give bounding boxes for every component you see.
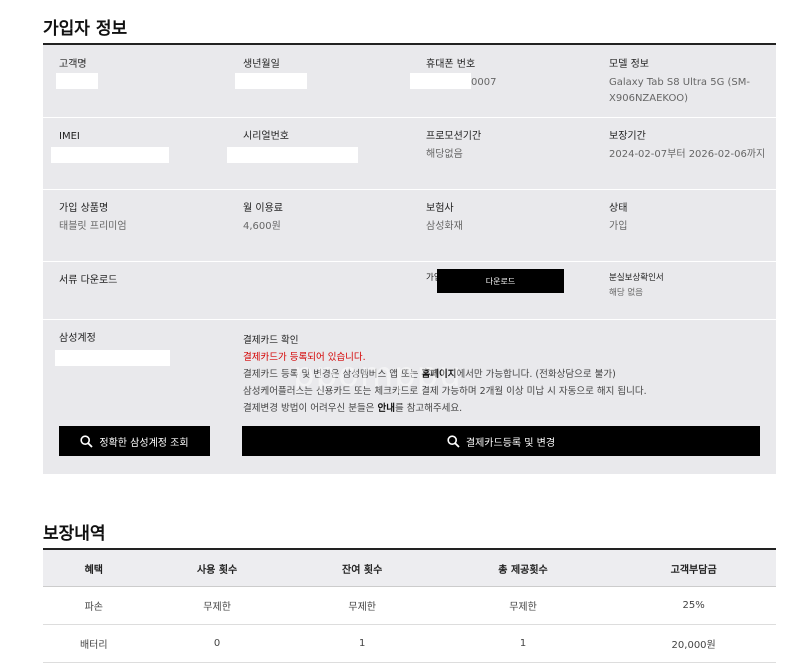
table-row: 배터리 0 1 1 20,000원: [43, 624, 776, 663]
promo-label: 프로모션기간: [426, 131, 482, 142]
coverage-header: 총 제공횟수: [434, 549, 612, 587]
promo-value: 해당없음: [426, 149, 463, 160]
promo-cell: 프로모션기간 해당없음: [426, 117, 481, 163]
table-cell: 파손: [43, 586, 145, 625]
serial-cell: 시리얼번호: [243, 117, 289, 144]
table-cell: 20,000원: [611, 624, 776, 663]
account-lookup-label: 정확한 삼성계정 조회: [99, 437, 189, 449]
redacted-birthdate: [235, 73, 307, 89]
status-label: 상태: [609, 203, 628, 214]
model-value: Galaxy Tab S8 Ultra 5G (SM-X906NZAEKOO): [609, 77, 751, 104]
documents-cell: 서류 다운로드: [59, 261, 117, 288]
redacted-customer-name: [56, 73, 98, 89]
table-cell: 25%: [611, 586, 776, 625]
imei-label: IMEI: [59, 131, 80, 142]
info-row: IMEI 시리얼번호 프로모션기간 해당없음 보장기간 2024-02-07부터…: [43, 117, 776, 190]
model-label: 모델 정보: [609, 59, 649, 70]
serial-label: 시리얼번호: [243, 131, 289, 142]
search-icon: [80, 434, 94, 448]
insurer-cell: 보험사 삼성화재: [426, 189, 463, 235]
table-cell: 1: [289, 624, 435, 663]
warranty-value: 2024-02-07부터 2026-02-06까지: [609, 149, 766, 160]
warranty-label: 보장기간: [609, 131, 646, 142]
monthly-fee-cell: 월 이용료 4,600원: [243, 189, 283, 235]
phone-label: 휴대폰 번호: [426, 59, 476, 70]
loss-cert-cell: 분실보상확인서 해당 없음: [609, 261, 769, 298]
redacted-serial: [227, 147, 358, 163]
status-cell: 상태 가입: [609, 189, 769, 235]
subscriber-info-title: 가입자 정보: [43, 19, 128, 39]
card-notice-line3-a: 결제변경 방법이 어려우신 분들은: [243, 403, 378, 414]
loss-cert-label: 분실보상확인서: [609, 273, 664, 283]
insurer-label: 보험사: [426, 203, 454, 214]
samsung-account-cell: 삼성계정: [59, 319, 96, 346]
samsung-account-label: 삼성계정: [59, 333, 96, 344]
customer-name-label: 고객명: [59, 59, 87, 70]
coverage-title: 보장내역: [43, 524, 106, 544]
monthly-fee-label: 월 이용료: [243, 203, 283, 214]
documents-label: 서류 다운로드: [59, 275, 118, 286]
customer-name-cell: 고객명: [59, 45, 87, 72]
redacted-phone: [410, 73, 471, 89]
imei-cell: IMEI: [59, 117, 80, 144]
join-cert-download-button[interactable]: 다운로드: [437, 269, 564, 293]
card-register-label: 결제카드등록 및 변경: [465, 437, 556, 449]
birthdate-label: 생년월일: [243, 59, 280, 70]
info-row: 가입 상품명 태블릿 프리미엄 월 이용료 4,600원 보험사 삼성화재 상태…: [43, 189, 776, 262]
watermark: ppomppu: [293, 355, 462, 395]
coverage-header: 사용 횟수: [144, 549, 290, 587]
coverage-header-row: 혜택 사용 횟수 잔여 횟수 총 제공횟수 고객부담금: [43, 549, 776, 587]
insurer-value: 삼성화재: [426, 221, 463, 232]
card-notice-line3-b: 를 참고해주세요.: [394, 403, 463, 414]
table-cell: 배터리: [43, 624, 145, 663]
card-notice-line3: 결제변경 방법이 어려우신 분들은 안내를 참고해주세요.: [243, 400, 647, 417]
status-value: 가입: [609, 221, 628, 232]
table-cell: 무제한: [144, 586, 290, 625]
monthly-fee-value: 4,600원: [243, 221, 281, 232]
product-label: 가입 상품명: [59, 203, 109, 214]
account-lookup-button[interactable]: 정확한 삼성계정 조회: [59, 426, 210, 456]
table-row: 파손 무제한 무제한 무제한 25%: [43, 586, 776, 625]
loss-cert-value: 해당 없음: [609, 288, 643, 298]
warranty-cell: 보장기간 2024-02-07부터 2026-02-06까지: [609, 117, 769, 163]
coverage-table: 혜택 사용 횟수 잔여 횟수 총 제공횟수 고객부담금 파손 무제한 무제한 무…: [43, 548, 776, 663]
card-notice-title: 결제카드 확인: [243, 335, 299, 346]
table-cell: 1: [434, 624, 612, 663]
table-cell: 무제한: [434, 586, 612, 625]
card-notice-line1-b: 에서만 가능합니다. (전화상담으로 불가): [456, 369, 616, 380]
coverage-header: 잔여 횟수: [289, 549, 435, 587]
subscriber-info-panel: 고객명 생년월일 휴대폰 번호 0007 모델 정보 Galaxy Tab S8…: [43, 43, 776, 474]
coverage-header: 혜택: [43, 549, 145, 587]
card-register-button[interactable]: 결제카드등록 및 변경: [242, 426, 760, 456]
info-row: 고객명 생년월일 휴대폰 번호 0007 모델 정보 Galaxy Tab S8…: [43, 45, 776, 118]
info-row: 서류 다운로드 가입확인서 분실보상확인서 해당 없음: [43, 261, 776, 320]
table-cell: 무제한: [289, 586, 435, 625]
product-value: 태블릿 프리미엄: [59, 221, 127, 232]
product-cell: 가입 상품명 태블릿 프리미엄: [59, 189, 127, 235]
birthdate-cell: 생년월일: [243, 45, 280, 72]
redacted-samsung-account: [55, 350, 170, 366]
table-cell: 0: [144, 624, 290, 663]
model-cell: 모델 정보 Galaxy Tab S8 Ultra 5G (SM-X906NZA…: [609, 45, 769, 107]
redacted-imei: [51, 147, 169, 163]
search-icon: [447, 434, 460, 448]
coverage-header: 고객부담금: [611, 549, 776, 587]
guide-link[interactable]: 안내: [377, 403, 394, 414]
